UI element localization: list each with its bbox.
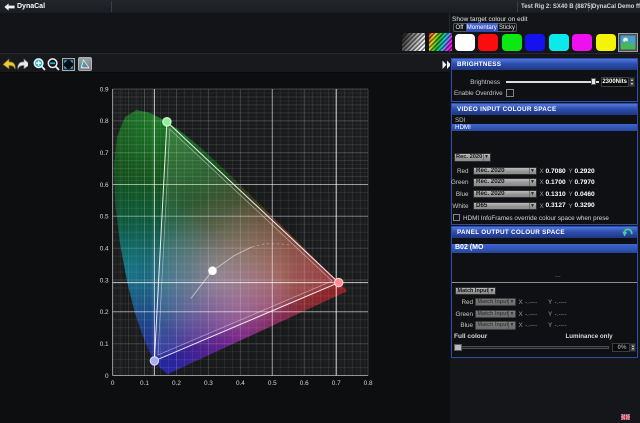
svg-text:0.1: 0.1 — [140, 380, 149, 387]
svg-text:0.3: 0.3 — [204, 380, 213, 387]
svg-text:0.9: 0.9 — [100, 86, 109, 93]
svg-text:0.6: 0.6 — [300, 380, 309, 387]
svg-text:0.7: 0.7 — [100, 150, 109, 157]
svg-text:0.1: 0.1 — [100, 341, 109, 348]
svg-text:0.8: 0.8 — [100, 118, 109, 125]
svg-text:0.3: 0.3 — [100, 277, 109, 284]
svg-text:0.2: 0.2 — [172, 380, 181, 387]
svg-text:0.4: 0.4 — [100, 246, 109, 253]
svg-text:0: 0 — [111, 380, 115, 387]
svg-text:0.4: 0.4 — [236, 380, 245, 387]
svg-text:0.2: 0.2 — [100, 309, 109, 316]
svg-text:0.8: 0.8 — [364, 380, 373, 387]
svg-text:0.7: 0.7 — [332, 380, 341, 387]
svg-text:0: 0 — [105, 373, 109, 380]
svg-text:0.5: 0.5 — [268, 380, 277, 387]
svg-text:0.5: 0.5 — [100, 214, 109, 221]
svg-text:0.6: 0.6 — [100, 182, 109, 189]
